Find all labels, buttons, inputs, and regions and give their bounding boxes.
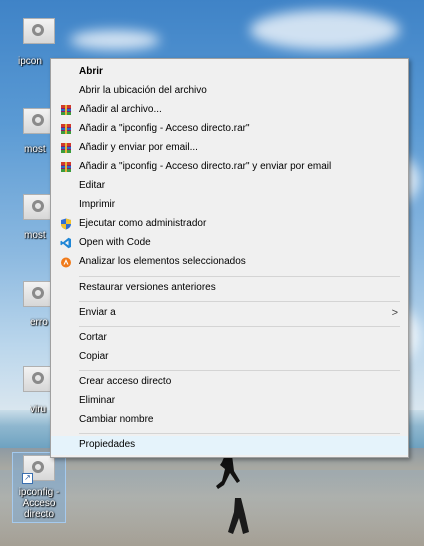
menu-item-label: Enviar a bbox=[79, 307, 116, 318]
menu-item-cambiar-nombre[interactable]: Cambiar nombre bbox=[51, 411, 408, 429]
menu-separator bbox=[79, 276, 400, 277]
menu-item-abrir-ubicacion[interactable]: Abrir la ubicación del archivo bbox=[51, 82, 408, 100]
menu-item-label: Añadir al archivo... bbox=[79, 104, 162, 115]
menu-item-anadir-archivo[interactable]: Añadir al archivo... bbox=[51, 101, 408, 119]
menu-item-eliminar[interactable]: Eliminar bbox=[51, 392, 408, 410]
desktop-icon-label: ipconfig - Acceso directo bbox=[18, 487, 60, 520]
menu-item-abrir[interactable]: Abrir bbox=[51, 63, 408, 81]
menu-item-label: Propiedades bbox=[79, 439, 136, 450]
menu-item-label: Añadir a "ipconfig - Acceso directo.rar" bbox=[79, 123, 250, 134]
menu-item-label: Copiar bbox=[79, 351, 109, 362]
menu-item-label: Abrir bbox=[79, 66, 103, 77]
menu-item-label: Editar bbox=[79, 180, 106, 191]
runner-reflection bbox=[228, 498, 249, 534]
menu-item-label: Analizar los elementos seleccionados bbox=[79, 256, 246, 267]
menu-item-label: Añadir a "ipconfig - Acceso directo.rar"… bbox=[79, 161, 332, 172]
menu-item-analizar[interactable]: Analizar los elementos seleccionados bbox=[51, 253, 408, 271]
context-menu: Abrir Abrir la ubicación del archivo Aña… bbox=[50, 58, 409, 458]
menu-item-label: Restaurar versiones anteriores bbox=[79, 282, 216, 293]
menu-item-label: Añadir y enviar por email... bbox=[79, 142, 198, 153]
wallpaper-cloud bbox=[250, 10, 400, 50]
menu-item-imprimir[interactable]: Imprimir bbox=[51, 196, 408, 214]
uac-shield-icon bbox=[61, 218, 71, 230]
menu-item-restaurar-versiones[interactable]: Restaurar versiones anteriores bbox=[51, 279, 408, 297]
menu-item-anadir-enviar-email[interactable]: Añadir y enviar por email... bbox=[51, 139, 408, 157]
menu-separator bbox=[79, 433, 400, 434]
menu-item-label: Crear acceso directo bbox=[79, 376, 172, 387]
chevron-right-icon: > bbox=[391, 307, 398, 319]
wallpaper-cloud bbox=[70, 30, 160, 50]
gear-file-icon: ↗ bbox=[22, 455, 55, 484]
menu-item-editar[interactable]: Editar bbox=[51, 177, 408, 195]
menu-item-label: Imprimir bbox=[79, 199, 116, 210]
menu-item-anadir-rar-enviar-email[interactable]: Añadir a "ipconfig - Acceso directo.rar"… bbox=[51, 158, 408, 176]
menu-separator bbox=[79, 301, 400, 302]
menu-separator bbox=[79, 326, 400, 327]
menu-item-label: Abrir la ubicación del archivo bbox=[79, 85, 207, 96]
menu-item-label: Cortar bbox=[79, 332, 107, 343]
menu-item-copiar[interactable]: Copiar bbox=[51, 348, 408, 366]
menu-item-open-with-code[interactable]: Open with Code bbox=[51, 234, 408, 252]
menu-item-crear-acceso-directo[interactable]: Crear acceso directo bbox=[51, 373, 408, 391]
avast-icon bbox=[61, 257, 71, 268]
menu-item-ejecutar-admin[interactable]: Ejecutar como administrador bbox=[51, 215, 408, 233]
desktop-icon-selected[interactable]: ↗ ipconfig - Acceso directo bbox=[12, 452, 66, 523]
menu-item-label: Cambiar nombre bbox=[79, 414, 154, 425]
menu-item-cortar[interactable]: Cortar bbox=[51, 329, 408, 347]
menu-item-label: Open with Code bbox=[79, 237, 151, 248]
menu-item-label: Eliminar bbox=[79, 395, 116, 406]
menu-item-label: Ejecutar como administrador bbox=[79, 218, 207, 229]
shortcut-arrow-icon: ↗ bbox=[22, 473, 33, 484]
winrar-icon bbox=[61, 105, 71, 115]
winrar-icon bbox=[61, 124, 71, 134]
menu-separator bbox=[79, 370, 400, 371]
winrar-icon bbox=[61, 162, 71, 172]
menu-item-anadir-rar[interactable]: Añadir a "ipconfig - Acceso directo.rar" bbox=[51, 120, 408, 138]
vscode-icon bbox=[60, 237, 71, 249]
gear-file-icon bbox=[23, 18, 55, 44]
menu-item-propiedades[interactable]: Propiedades bbox=[51, 436, 408, 455]
winrar-icon bbox=[61, 143, 71, 153]
menu-item-enviar-a[interactable]: Enviar a > bbox=[51, 304, 408, 322]
